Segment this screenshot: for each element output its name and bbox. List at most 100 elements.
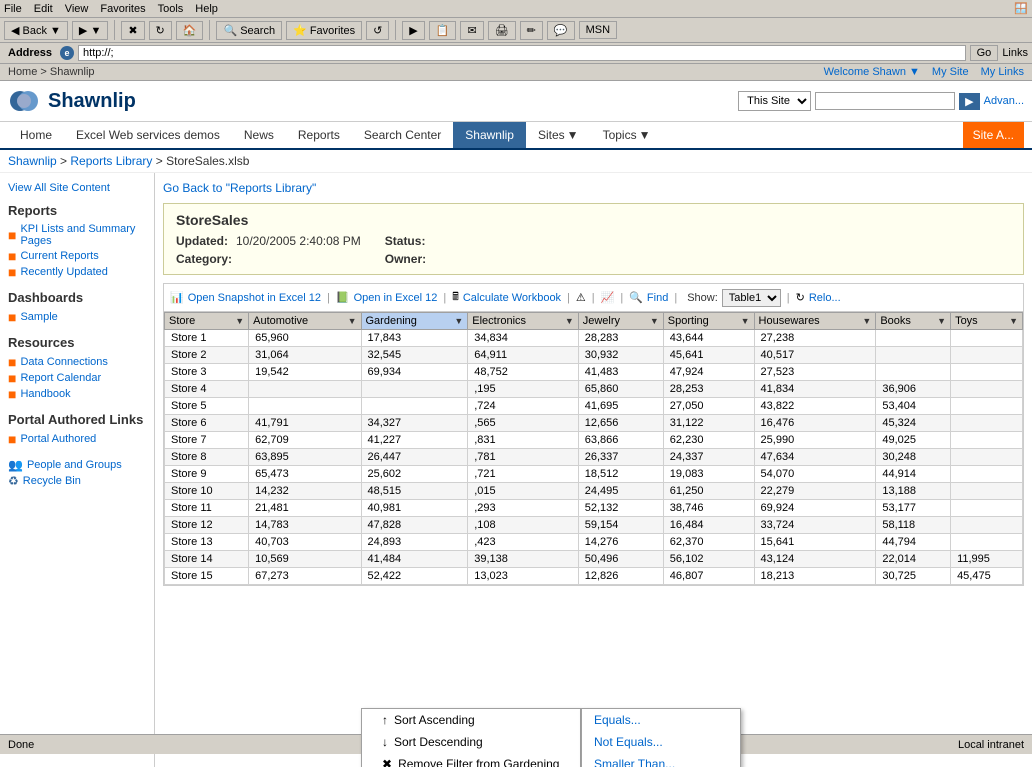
store-dropdown-icon[interactable]: ▼ <box>235 316 244 326</box>
nav-reports[interactable]: Reports <box>286 122 352 148</box>
nav-home[interactable]: Home <box>8 122 64 148</box>
table-cell[interactable]: 22,279 <box>754 483 876 500</box>
table-cell[interactable]: 65,473 <box>249 466 361 483</box>
table-cell[interactable]: 25,990 <box>754 432 876 449</box>
col-housewares[interactable]: Housewares ▼ <box>754 313 876 330</box>
table-cell[interactable]: 13,023 <box>468 568 578 585</box>
my-site-link[interactable]: My Site <box>932 66 969 78</box>
table-cell[interactable]: 48,752 <box>468 364 578 381</box>
table-cell[interactable]: 28,283 <box>578 330 663 347</box>
nav-excel-demos[interactable]: Excel Web services demos <box>64 122 232 148</box>
table-cell[interactable]: ,831 <box>468 432 578 449</box>
sidebar-item-recycle-bin[interactable]: ♻ Recycle Bin <box>8 473 146 489</box>
table-cell[interactable] <box>951 432 1023 449</box>
table-cell[interactable] <box>951 398 1023 415</box>
table-cell[interactable]: Store 13 <box>165 534 249 551</box>
table-cell[interactable]: 12,656 <box>578 415 663 432</box>
sidebar-item-sample[interactable]: ■ Sample <box>8 309 146 325</box>
table-cell[interactable]: 63,866 <box>578 432 663 449</box>
table-cell[interactable]: 49,025 <box>876 432 951 449</box>
edit-toolbar-button[interactable]: ✏ <box>520 21 543 40</box>
table-cell[interactable]: 13,188 <box>876 483 951 500</box>
table-cell[interactable]: 24,337 <box>663 449 754 466</box>
automotive-dropdown-icon[interactable]: ▼ <box>348 316 357 326</box>
table-cell[interactable]: 30,725 <box>876 568 951 585</box>
table-cell[interactable]: 17,843 <box>361 330 468 347</box>
table-cell[interactable] <box>361 381 468 398</box>
col-sporting[interactable]: Sporting ▼ <box>663 313 754 330</box>
data-connections-link[interactable]: Data Connections <box>20 356 107 368</box>
table-cell[interactable]: ,724 <box>468 398 578 415</box>
col-automotive[interactable]: Automotive ▼ <box>249 313 361 330</box>
table-cell[interactable]: 15,641 <box>754 534 876 551</box>
table-cell[interactable]: 32,545 <box>361 347 468 364</box>
table-cell[interactable]: ,423 <box>468 534 578 551</box>
smaller-than-item[interactable]: Smaller Than... <box>582 753 740 767</box>
table-cell[interactable]: 27,523 <box>754 364 876 381</box>
table-cell[interactable]: 69,924 <box>754 500 876 517</box>
table-cell[interactable] <box>876 347 951 364</box>
nav-shawnlip[interactable]: Shawnlip <box>453 122 526 148</box>
home-button[interactable]: 🏠 <box>176 21 204 40</box>
table-cell[interactable] <box>951 449 1023 466</box>
sidebar-item-report-calendar[interactable]: ■ Report Calendar <box>8 370 146 386</box>
calculate-button[interactable]: Calculate Workbook <box>463 292 561 304</box>
table-cell[interactable]: 41,484 <box>361 551 468 568</box>
portal-authored-link[interactable]: Portal Authored <box>20 433 96 445</box>
stop-button[interactable]: ✖ <box>121 21 144 40</box>
table-cell[interactable]: 34,327 <box>361 415 468 432</box>
table-cell[interactable]: Store 6 <box>165 415 249 432</box>
table-cell[interactable]: ,015 <box>468 483 578 500</box>
table-cell[interactable]: 56,102 <box>663 551 754 568</box>
recycle-bin-link[interactable]: Recycle Bin <box>23 475 81 487</box>
table-cell[interactable]: 62,370 <box>663 534 754 551</box>
table-cell[interactable]: 31,064 <box>249 347 361 364</box>
print-button[interactable]: 🖨 <box>488 21 516 40</box>
table-cell[interactable]: 59,154 <box>578 517 663 534</box>
table-cell[interactable]: 40,517 <box>754 347 876 364</box>
table-cell[interactable]: 48,515 <box>361 483 468 500</box>
electronics-dropdown-icon[interactable]: ▼ <box>565 316 574 326</box>
table-cell[interactable]: 44,794 <box>876 534 951 551</box>
table-cell[interactable]: 43,822 <box>754 398 876 415</box>
table-cell[interactable] <box>951 517 1023 534</box>
table-cell[interactable] <box>951 364 1023 381</box>
table-cell[interactable]: 39,138 <box>468 551 578 568</box>
table-cell[interactable]: 44,914 <box>876 466 951 483</box>
table-cell[interactable]: ,293 <box>468 500 578 517</box>
table-cell[interactable]: Store 14 <box>165 551 249 568</box>
table-cell[interactable]: Store 10 <box>165 483 249 500</box>
table-cell[interactable] <box>951 415 1023 432</box>
view-all-content-link[interactable]: View All Site Content <box>8 181 146 195</box>
table-cell[interactable]: 10,569 <box>249 551 361 568</box>
table-cell[interactable]: 54,070 <box>754 466 876 483</box>
address-input[interactable] <box>78 45 966 61</box>
table-cell[interactable]: 40,981 <box>361 500 468 517</box>
forward-button[interactable]: ▶ ▼ <box>72 21 108 40</box>
search-scope-select[interactable]: This Site <box>738 91 811 111</box>
search-toolbar-button[interactable]: 🔍 Search <box>216 21 282 40</box>
table-cell[interactable]: 19,542 <box>249 364 361 381</box>
table-cell[interactable] <box>876 364 951 381</box>
table-cell[interactable] <box>951 330 1023 347</box>
housewares-dropdown-icon[interactable]: ▼ <box>862 316 871 326</box>
table-cell[interactable]: ,781 <box>468 449 578 466</box>
table-cell[interactable]: 28,253 <box>663 381 754 398</box>
nav-search-center[interactable]: Search Center <box>352 122 453 148</box>
table-cell[interactable]: 69,934 <box>361 364 468 381</box>
sample-link[interactable]: Sample <box>20 311 57 323</box>
table-cell[interactable]: 41,834 <box>754 381 876 398</box>
table-cell[interactable]: Store 9 <box>165 466 249 483</box>
table-cell[interactable]: 65,960 <box>249 330 361 347</box>
table-cell[interactable]: 18,512 <box>578 466 663 483</box>
table-cell[interactable]: 58,118 <box>876 517 951 534</box>
report-calendar-link[interactable]: Report Calendar <box>20 372 101 384</box>
favorites-toolbar-button[interactable]: ⭐ Favorites <box>286 21 362 40</box>
table-cell[interactable]: 16,476 <box>754 415 876 432</box>
reload-button[interactable]: Relo... <box>809 292 841 304</box>
table-cell[interactable]: 50,496 <box>578 551 663 568</box>
table-cell[interactable] <box>951 534 1023 551</box>
table-cell[interactable]: 43,644 <box>663 330 754 347</box>
nav-sites[interactable]: Sites ▼ <box>526 122 591 148</box>
col-jewelry[interactable]: Jewelry ▼ <box>578 313 663 330</box>
